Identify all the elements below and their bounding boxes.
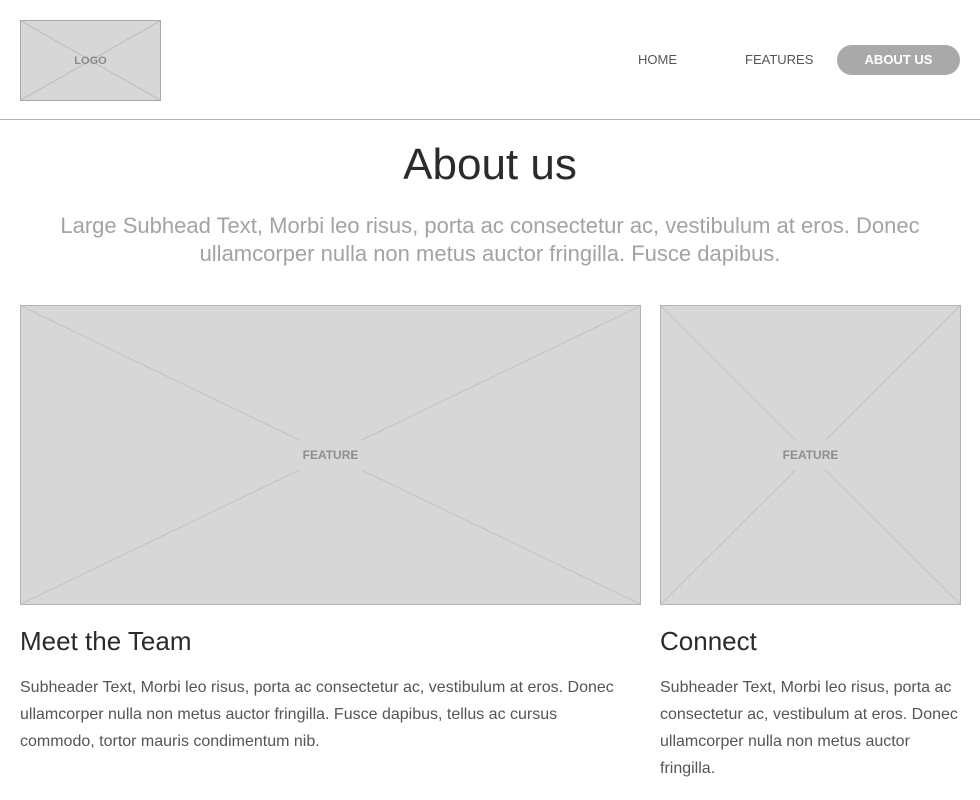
site-header: LOGO HOME FEATURES ABOUT US <box>0 0 980 120</box>
section-text-meet-the-team: Subheader Text, Morbi leo risus, porta a… <box>20 679 614 750</box>
page-subhead: Large Subhead Text, Morbi leo risus, por… <box>60 213 920 266</box>
feature-label-wrapper: FEATURE <box>661 306 960 604</box>
feature-label: FEATURE <box>292 440 369 470</box>
nav-item-home[interactable]: HOME <box>610 45 705 75</box>
section-title-meet-the-team: Meet the Team <box>20 626 192 656</box>
logo-placeholder[interactable]: LOGO <box>20 20 161 101</box>
feature-label-wrapper: FEATURE <box>21 306 640 604</box>
logo-label: LOGO <box>74 54 107 67</box>
page-title: About us <box>403 140 577 189</box>
nav-item-about-us[interactable]: ABOUT US <box>837 45 960 75</box>
main-nav: HOME FEATURES ABOUT US <box>610 45 960 75</box>
feature-label: FEATURE <box>772 440 849 470</box>
feature-image-small: FEATURE <box>660 305 961 605</box>
section-title-connect: Connect <box>660 626 757 656</box>
section-text-connect: Subheader Text, Morbi leo risus, porta a… <box>660 679 958 777</box>
feature-image-large: FEATURE <box>20 305 641 605</box>
nav-item-features[interactable]: FEATURES <box>727 45 825 75</box>
